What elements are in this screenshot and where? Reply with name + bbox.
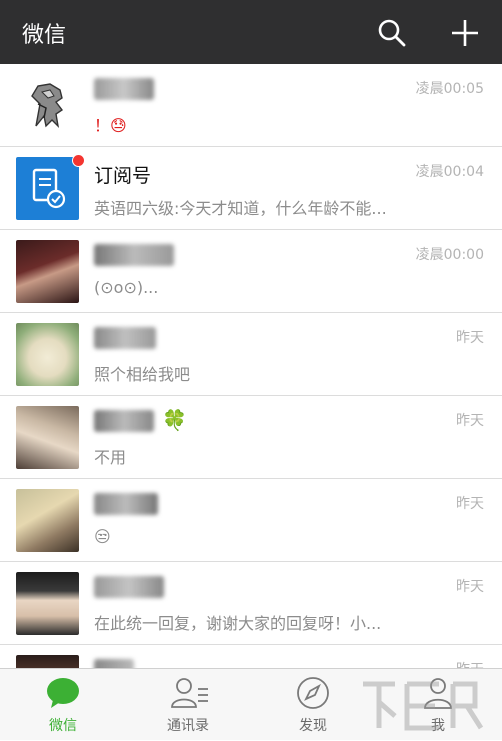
contact-name [94,327,156,349]
chat-row[interactable]: 😒 昨天 [0,479,502,562]
message-preview: 😒 [94,527,111,546]
message-preview: 不用 [94,448,127,467]
message-preview: ！😓 [94,116,127,135]
message-time: 昨天 [456,579,484,595]
contact-name [94,576,164,598]
tab-chats[interactable]: 微信 [13,669,113,741]
plush-rabbit-photo [16,323,79,386]
chat-row[interactable]: 昨天 [0,645,502,668]
clover-emoji: 🍀 [162,408,187,432]
unread-dot [72,154,85,167]
peugeot-lion-logo [16,74,79,137]
message-time: 凌晨00:04 [415,164,484,180]
chat-row[interactable]: ！😓 凌晨00:05 [0,64,502,147]
app-title: 微信 [22,23,67,48]
search-icon[interactable] [375,16,409,50]
message-time: 昨天 [456,496,484,512]
chat-row[interactable]: 在此统一回复，谢谢大家的回复呀！小... 昨天 [0,562,502,645]
tab-label: 发现 [299,718,327,734]
chat-list: ！😓 凌晨00:05 订阅号 英语四六级:今天才知道，什么年龄不能... 凌晨0… [0,64,502,668]
message-time: 昨天 [456,659,484,668]
message-preview: 在此统一回复，谢谢大家的回复呀！小... [94,614,382,633]
watermark-logo [363,681,484,731]
tab-label: 微信 [49,718,77,734]
subscription-icon [16,157,79,220]
contact-name [94,410,154,432]
tab-label: 通讯录 [167,718,209,734]
contact-name [94,659,134,668]
tab-discover[interactable]: 发现 [263,669,363,741]
contact-name [94,78,154,100]
chat-row[interactable]: (⊙o⊙)... 凌晨00:00 [0,230,502,313]
contact-name: 订阅号 [94,165,152,187]
chat-row[interactable]: 🍀 不用 昨天 [0,396,502,479]
contact-name [94,493,158,515]
photo-avatar [16,240,79,303]
compass-icon [297,677,329,709]
photo-avatar [16,655,79,668]
contacts-icon [171,678,208,708]
message-preview: 英语四六级:今天才知道，什么年龄不能... [94,199,387,218]
message-time: 昨天 [456,330,484,346]
message-time: 昨天 [456,413,484,429]
message-time: 凌晨00:05 [415,81,484,97]
chat-bubble-icon [47,678,79,708]
message-time: 凌晨00:00 [415,247,484,263]
photo-avatar [16,489,79,552]
photo-avatar [16,406,79,469]
tab-contacts[interactable]: 通讯录 [138,669,238,741]
chat-row[interactable]: 订阅号 英语四六级:今天才知道，什么年龄不能... 凌晨00:04 [0,147,502,230]
top-bar: 微信 [0,0,502,64]
chat-row[interactable]: 照个相给我吧 昨天 [0,313,502,396]
contact-name [94,244,174,266]
plus-icon[interactable] [448,16,482,50]
message-preview: 照个相给我吧 [94,365,191,384]
photo-avatar [16,572,79,635]
message-preview: (⊙o⊙)... [94,278,159,297]
